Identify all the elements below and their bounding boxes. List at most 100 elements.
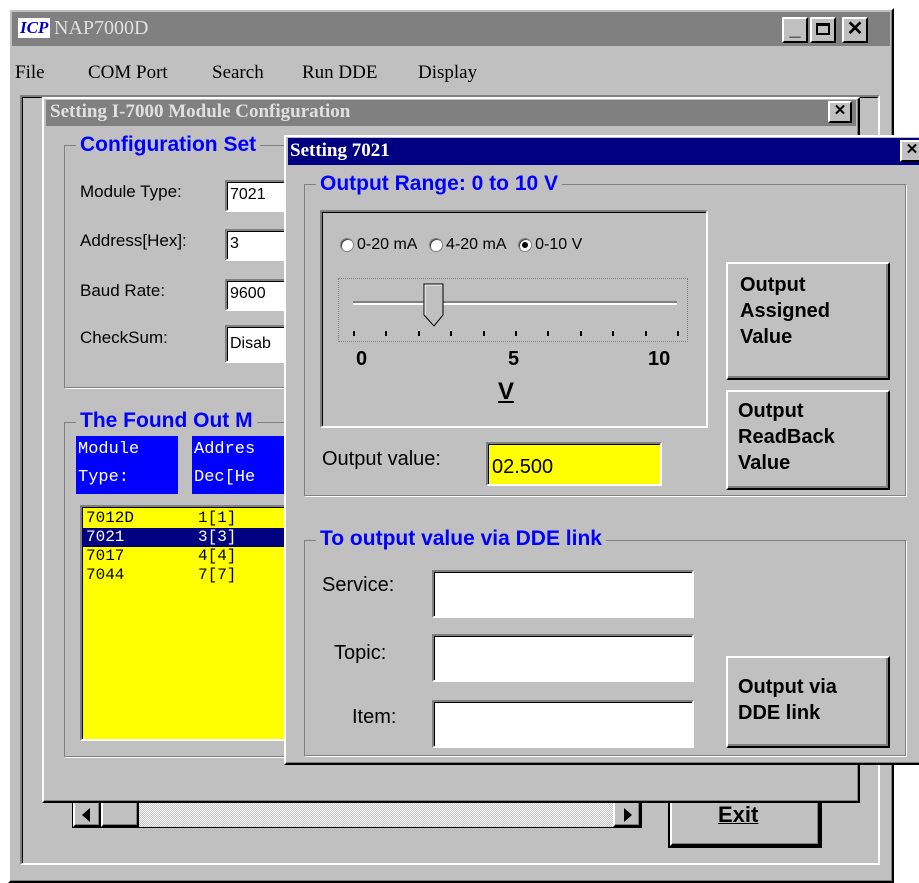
- radio-4-20ma[interactable]: 4-20 mA: [429, 236, 506, 253]
- address-label: Address[Hex]:: [80, 231, 187, 250]
- slider-tick: [644, 331, 647, 336]
- menu-display[interactable]: Display: [418, 62, 477, 84]
- service-field[interactable]: [432, 570, 694, 618]
- module-list-row[interactable]: 7012D 1[1]: [82, 509, 302, 528]
- arrow-right-icon: [624, 808, 632, 822]
- readback-line2: ReadBack: [738, 426, 835, 448]
- dde-btn-line1: Output via: [738, 676, 837, 698]
- menu-run-dde[interactable]: Run DDE: [302, 62, 377, 84]
- slider-track: [353, 301, 677, 305]
- slider-thumb[interactable]: [423, 283, 445, 327]
- radio-0-20ma[interactable]: 0-20 mA: [340, 236, 417, 253]
- module-type-cell: 7021: [86, 528, 125, 546]
- checksum-label: CheckSum:: [80, 328, 168, 347]
- exit-button-label: Exit: [718, 802, 759, 827]
- radio-4-20ma-label: 4-20 mA: [446, 236, 506, 253]
- dde-group-title: To output value via DDE link: [316, 527, 606, 551]
- topic-label: Topic:: [334, 642, 387, 664]
- slider-tick: [677, 331, 679, 336]
- slider-tick: [579, 331, 582, 336]
- radio-0-20ma-dot: [340, 237, 354, 252]
- scroll-right-button[interactable]: [613, 799, 641, 827]
- minimize-button[interactable]: _: [782, 17, 808, 43]
- maximize-icon: [816, 23, 830, 35]
- module-address-cell: 7[7]: [198, 566, 237, 584]
- maximize-button[interactable]: [810, 17, 836, 43]
- output-via-dde-button[interactable]: Output via DDE link: [726, 656, 890, 748]
- module-type-cell: 7017: [86, 547, 125, 565]
- close-icon: ✕: [846, 18, 864, 40]
- module-type-cell: 7012D: [86, 509, 135, 527]
- radio-4-20ma-dot: [429, 237, 444, 252]
- slider-tick: [547, 331, 550, 336]
- slider-thumb-shape: [423, 283, 444, 327]
- list-header-module-line2: Type:: [78, 468, 130, 487]
- unit-label: V: [498, 378, 515, 405]
- scale-label-5: 5: [508, 348, 520, 370]
- slider-tick: [515, 331, 517, 336]
- icp-logo: ICP: [18, 18, 51, 38]
- found-modules-group-title: The Found Out M: [76, 409, 257, 433]
- slider-tick: [353, 331, 355, 336]
- slider-tick: [417, 331, 420, 336]
- item-field[interactable]: [432, 700, 694, 748]
- service-label: Service:: [322, 574, 395, 596]
- main-window-title: NAP7000D: [54, 17, 149, 39]
- radio-0-10v[interactable]: 0-10 V: [518, 236, 582, 253]
- output-value-field[interactable]: 02.500: [486, 442, 662, 486]
- slider-tick: [385, 331, 388, 336]
- menu-search[interactable]: Search: [212, 62, 264, 84]
- config-title-bar: Setting I-7000 Module Configuration: [46, 100, 856, 126]
- menu-com-port[interactable]: COM Port: [88, 62, 168, 84]
- module-address-cell: 4[4]: [198, 547, 237, 565]
- close-icon: ✕: [905, 141, 919, 158]
- radio-0-10v-dot: [518, 237, 533, 252]
- readback-line1: Output: [738, 400, 804, 422]
- scale-label-0: 0: [356, 348, 368, 370]
- output-value-label: Output value:: [322, 448, 441, 470]
- slider-tick: [450, 331, 453, 336]
- found-modules-list[interactable]: 7012D 1[1] 7021 3[3] 7017 4[4] 7044 7[7]: [80, 505, 304, 741]
- radio-0-10v-label: 0-10 V: [535, 236, 583, 253]
- list-header-module-line1: Module: [78, 440, 140, 459]
- output-assigned-value-button[interactable]: Output Assigned Value: [726, 262, 890, 380]
- minimize-icon: _: [789, 18, 801, 40]
- module-list-row[interactable]: 7044 7[7]: [82, 566, 302, 585]
- slider-tick: [482, 331, 485, 336]
- menu-file[interactable]: File: [15, 62, 45, 84]
- module-address-cell: 3[3]: [198, 528, 237, 546]
- configuration-group-title: Configuration Set: [76, 133, 261, 157]
- module-list-row[interactable]: 7017 4[4]: [82, 547, 302, 566]
- module-address-cell: 1[1]: [198, 509, 237, 527]
- close-button[interactable]: ✕: [842, 17, 868, 43]
- main-title-bar: ICP NAP7000D: [12, 12, 890, 46]
- scroll-left-button[interactable]: [73, 799, 101, 827]
- dde-btn-line2: DDE link: [738, 702, 821, 724]
- output-range-group-title: Output Range: 0 to 10 V: [316, 172, 563, 196]
- assigned-line3: Value: [740, 326, 793, 348]
- range-radio-group: 0-20 mA 4-20 mA 0-10 V: [340, 236, 582, 254]
- slider-tick: [612, 331, 615, 336]
- setting-close-button[interactable]: ✕: [900, 140, 919, 162]
- module-type-label: Module Type:: [80, 182, 182, 201]
- close-icon: ✕: [833, 102, 847, 119]
- output-readback-value-button[interactable]: Output ReadBack Value: [726, 390, 890, 490]
- radio-0-20ma-label: 0-20 mA: [357, 236, 417, 253]
- module-type-cell: 7044: [86, 566, 125, 584]
- item-label: Item:: [352, 706, 397, 728]
- readback-line3: Value: [738, 452, 791, 474]
- config-close-button[interactable]: ✕: [828, 101, 852, 123]
- assigned-line1: Output: [740, 274, 806, 296]
- setting-dialog-title: Setting 7021: [290, 140, 390, 161]
- arrow-left-icon: [82, 808, 90, 822]
- setting-title-bar: Setting 7021: [288, 138, 919, 165]
- module-list-row[interactable]: 7021 3[3]: [82, 528, 302, 547]
- scale-label-10: 10: [648, 348, 671, 370]
- output-slider[interactable]: [338, 278, 688, 342]
- list-header-module: Module Type:: [76, 436, 178, 494]
- topic-field[interactable]: [432, 634, 694, 682]
- config-dialog-title: Setting I-7000 Module Configuration: [50, 101, 351, 122]
- baud-rate-label: Baud Rate:: [80, 281, 166, 300]
- scroll-thumb[interactable]: [101, 799, 139, 827]
- assigned-line2: Assigned: [740, 300, 831, 322]
